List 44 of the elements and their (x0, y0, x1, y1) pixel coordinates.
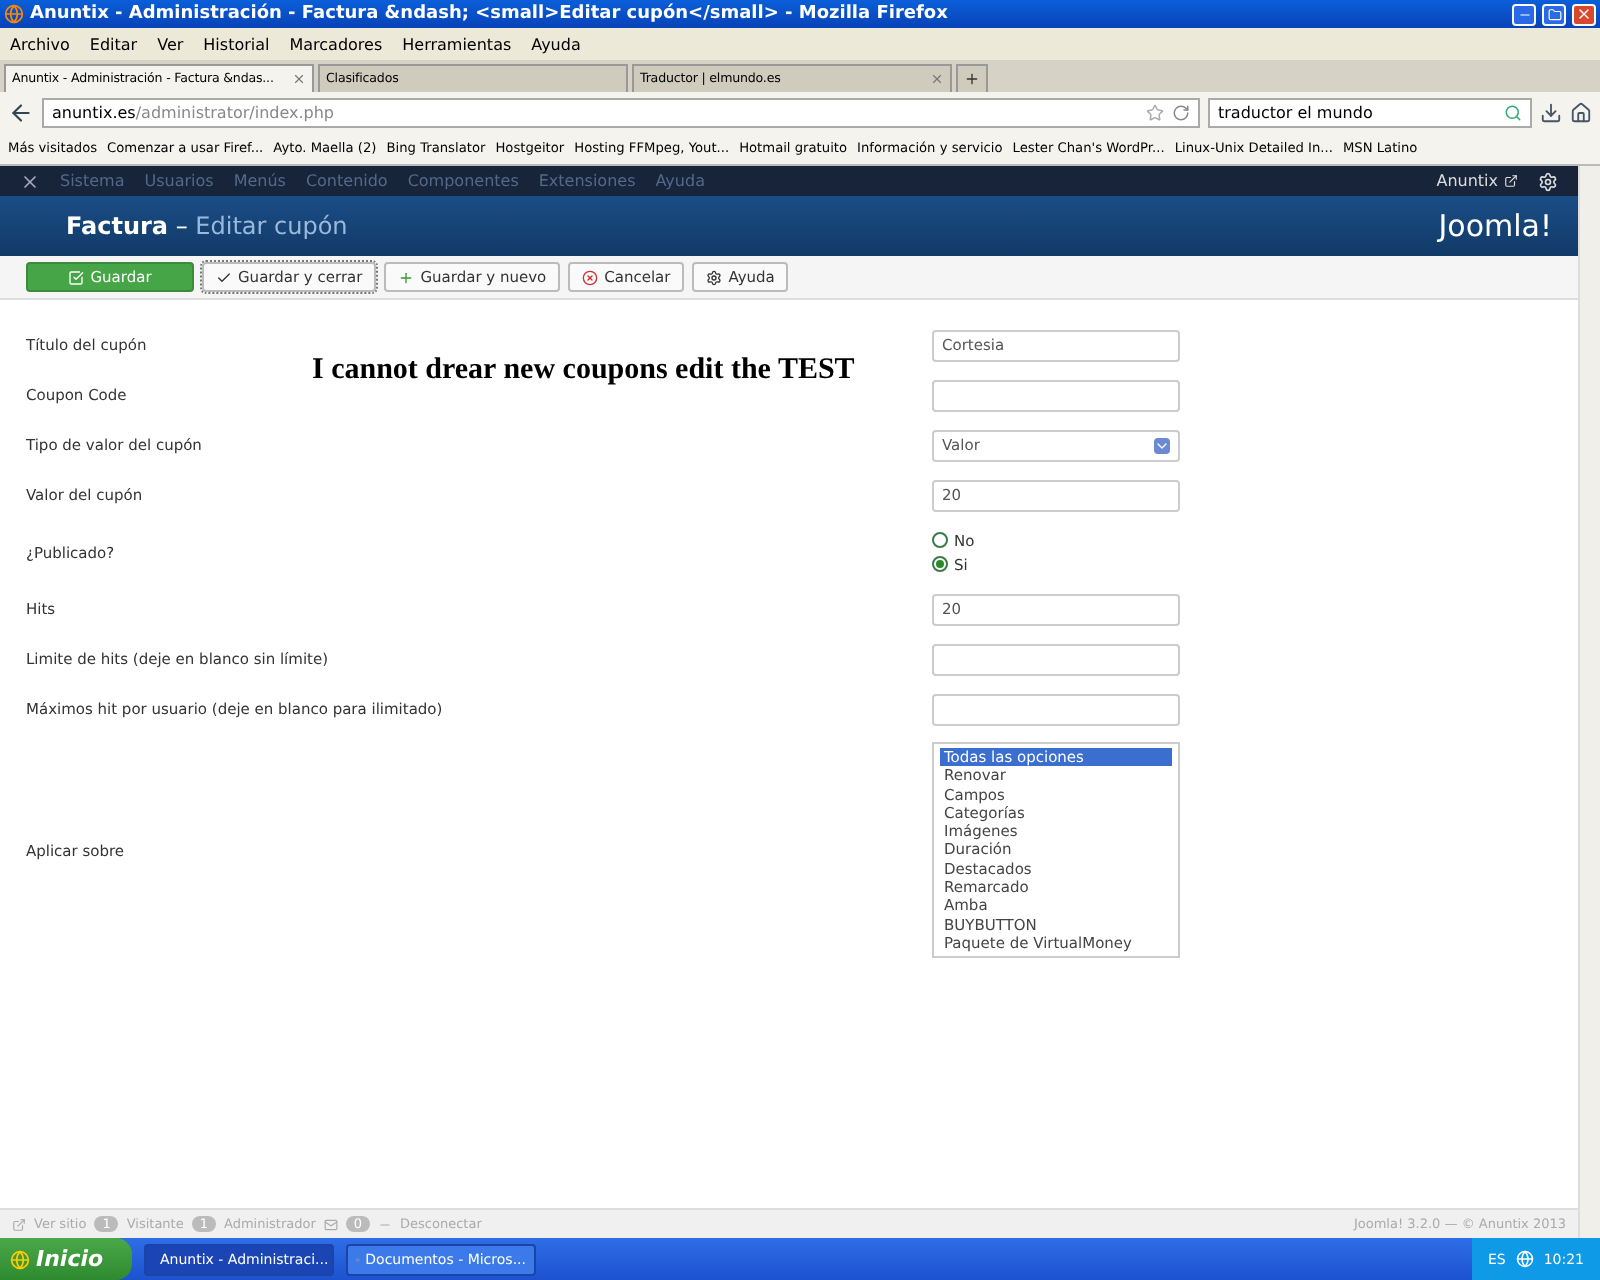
close-icon[interactable] (930, 72, 944, 86)
plus-icon (398, 269, 415, 285)
search-icon[interactable] (1504, 103, 1522, 121)
cancel-icon (582, 269, 599, 285)
input-field[interactable] (932, 643, 1180, 675)
plus-icon (964, 70, 980, 88)
start-button[interactable]: Inicio (0, 1238, 132, 1280)
gear-icon (706, 269, 723, 285)
scrollbar[interactable] (1578, 166, 1600, 1238)
close-icon[interactable] (292, 72, 306, 86)
home-icon[interactable] (1570, 101, 1592, 123)
minimize-button[interactable] (1512, 3, 1536, 25)
check-icon (216, 269, 232, 285)
input-field[interactable] (932, 379, 1180, 411)
menu-item[interactable]: Herramientas (402, 35, 512, 53)
reload-icon[interactable] (1172, 103, 1190, 121)
radio-button[interactable] (932, 532, 948, 548)
menu-item[interactable]: Editar (89, 35, 138, 53)
annotation-text: I cannot drear new coupons edit the TEST (312, 354, 855, 388)
gear-icon[interactable] (1538, 171, 1558, 191)
globe-icon (1515, 1250, 1534, 1268)
menu-item[interactable]: Ver (157, 35, 184, 53)
joomla-logo: Joomla! (1438, 208, 1552, 244)
user-menu[interactable]: Anuntix (1436, 172, 1518, 190)
checkbox-icon (68, 269, 85, 285)
maximize-button[interactable] (1542, 3, 1566, 25)
address-field[interactable]: anuntix.es/administrator/index.php (42, 97, 1200, 127)
back-arrow-icon[interactable] (8, 99, 34, 125)
mail-icon (323, 1217, 338, 1231)
close-icon (1576, 6, 1592, 22)
star-icon[interactable] (1146, 103, 1164, 121)
menu-item[interactable]: Ayuda (531, 35, 581, 53)
input-field[interactable] (932, 693, 1180, 725)
menu-item[interactable]: Marcadores (289, 35, 383, 53)
radio-button[interactable] (932, 556, 948, 572)
window-title: Anuntix - Administración - Factura &ndash; <small>Editar cupón</small> - Mozilla Firefox (30, 4, 950, 24)
menu-item[interactable]: Historial (203, 35, 270, 53)
page-title: Factura – Editar cupón (66, 212, 348, 240)
download-icon[interactable] (1540, 101, 1562, 123)
menu-item[interactable]: Archivo (10, 35, 70, 53)
close-button[interactable] (1572, 3, 1596, 25)
external-link-icon (1504, 174, 1518, 188)
search-field[interactable]: traductor el mundo (1208, 97, 1532, 127)
new-tab-button[interactable] (956, 64, 988, 92)
